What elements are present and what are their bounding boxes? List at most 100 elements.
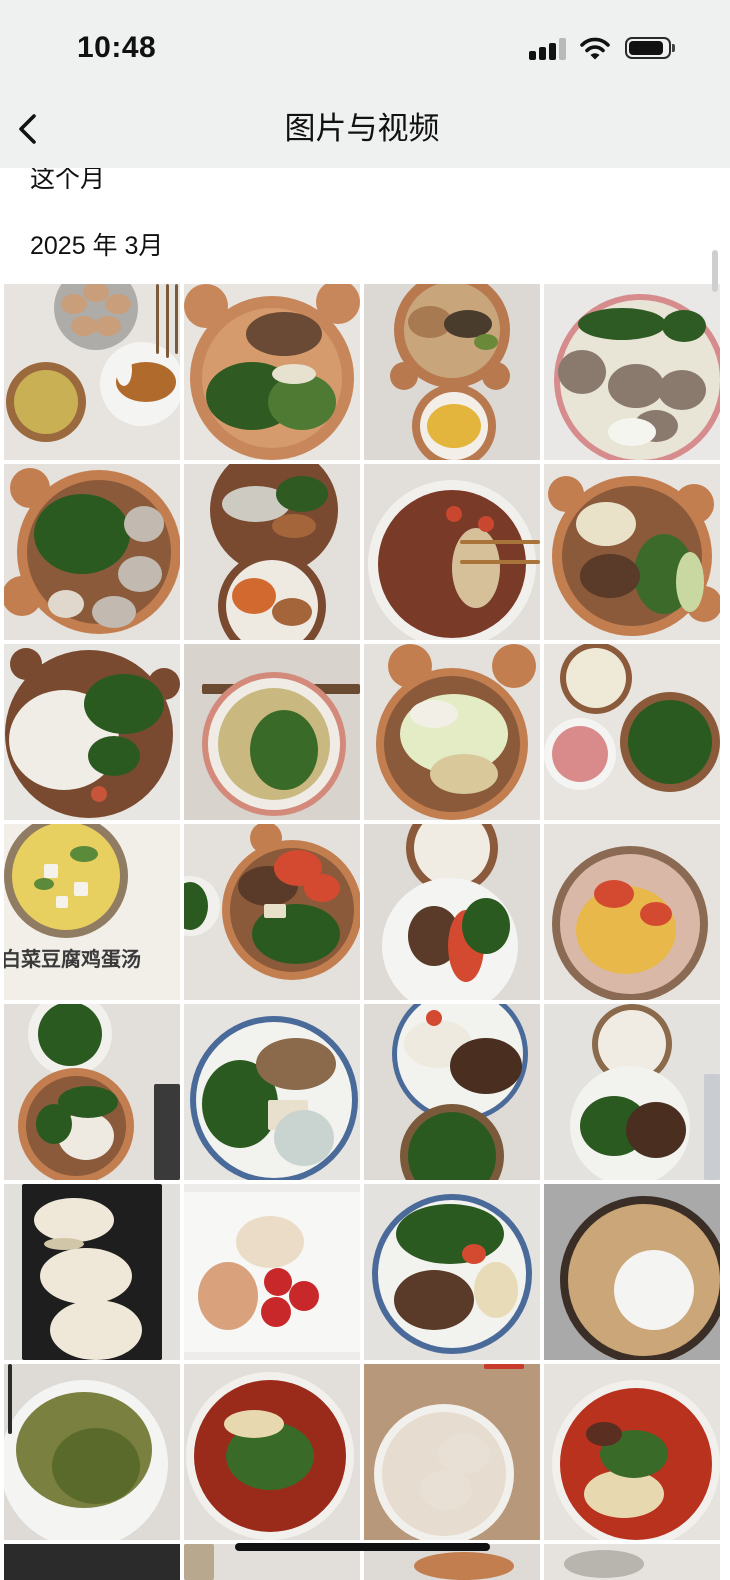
home-indicator[interactable] (235, 1543, 490, 1551)
photo-thumbnail[interactable]: 白菜豆腐鸡蛋汤 (4, 824, 180, 1000)
photo-image (202, 672, 360, 816)
photo-thumbnail[interactable] (184, 1364, 360, 1540)
photo-library[interactable]: 这个月 2025 年 3月 白菜豆腐鸡蛋汤 (0, 0, 730, 1580)
photo-thumbnail[interactable] (364, 464, 540, 640)
photo-detail (118, 556, 162, 592)
photo-detail (462, 898, 510, 954)
photo-image (186, 1372, 354, 1540)
photo-thumbnail[interactable] (544, 284, 720, 460)
photo-detail (264, 1268, 292, 1296)
photo-detail (74, 882, 88, 896)
photo-detail (586, 1422, 622, 1446)
photo-image (374, 1364, 524, 1540)
photo-detail (264, 904, 286, 918)
photo-thumbnail[interactable] (544, 644, 720, 820)
photo-thumbnail[interactable] (544, 464, 720, 640)
photo-detail (580, 554, 640, 598)
photo-detail (44, 864, 58, 878)
photo-image (390, 284, 510, 460)
battery-cap (672, 44, 675, 52)
photo-detail (430, 754, 498, 794)
photo-detail (394, 1270, 474, 1330)
photo-thumbnail[interactable] (544, 824, 720, 1000)
photo-image (184, 284, 360, 460)
photo-detail (246, 312, 322, 356)
photo-detail (446, 506, 462, 522)
photo-image (564, 1550, 644, 1578)
photo-detail (626, 1102, 686, 1158)
photo-detail (48, 590, 84, 618)
photo-detail (44, 1238, 84, 1250)
photo-thumbnail[interactable] (4, 1544, 180, 1580)
photo-image (382, 824, 518, 1000)
photo-detail (50, 1300, 142, 1360)
photo-thumbnail[interactable] (4, 464, 180, 640)
photo-detail (552, 726, 608, 782)
photo-thumbnail[interactable] (184, 644, 360, 820)
photo-detail (84, 674, 164, 734)
photo-detail (272, 364, 316, 384)
signal-icon (529, 36, 567, 60)
photo-detail (390, 362, 418, 390)
photo-thumbnail[interactable] (364, 1184, 540, 1360)
photo-image (552, 846, 708, 1000)
photo-detail (175, 284, 178, 354)
photo-image (392, 1004, 528, 1180)
photo-detail (474, 1262, 518, 1318)
photo-image (5, 648, 180, 818)
photo-detail (414, 1552, 514, 1580)
photo-detail (124, 506, 164, 542)
photo-detail (261, 1297, 291, 1327)
photo-detail (88, 736, 140, 776)
photo-thumbnail[interactable] (544, 1544, 720, 1580)
photo-image (4, 1364, 168, 1540)
photo-image (560, 1196, 720, 1360)
photo-thumbnail[interactable] (364, 284, 540, 460)
photo-detail (116, 354, 132, 386)
photo-detail (704, 1074, 720, 1180)
photo-image (554, 294, 720, 460)
photo-detail (272, 514, 316, 538)
photo-thumbnail[interactable] (4, 1184, 180, 1360)
photo-image (184, 1192, 360, 1352)
photo-thumbnail[interactable] (544, 1364, 720, 1540)
photo-thumbnail[interactable] (544, 1184, 720, 1360)
photo-detail (438, 1434, 490, 1474)
photo-thumbnail[interactable] (364, 824, 540, 1000)
photo-detail (478, 516, 494, 532)
scrollbar[interactable] (712, 250, 718, 292)
photo-thumbnail[interactable] (4, 284, 180, 460)
photo-image (570, 1004, 720, 1180)
photo-detail (492, 644, 536, 688)
photo-detail (460, 540, 540, 544)
photo-image (548, 476, 720, 636)
photo-detail (34, 494, 130, 574)
photo-image (4, 468, 180, 634)
photo-thumbnail[interactable] (364, 644, 540, 820)
photo-detail (304, 874, 340, 902)
photo-image (22, 1184, 162, 1360)
photo-thumbnail[interactable] (184, 464, 360, 640)
photo-detail (198, 1262, 258, 1330)
photo-detail (662, 310, 706, 342)
photo-image (190, 1016, 358, 1180)
photo-thumbnail[interactable] (4, 1364, 180, 1540)
photo-thumbnail[interactable] (544, 1004, 720, 1180)
photo-thumbnail[interactable] (184, 1004, 360, 1180)
photo-image (372, 1194, 532, 1354)
photo-detail (56, 896, 68, 908)
photo-thumbnail[interactable] (184, 824, 360, 1000)
photo-detail (482, 362, 510, 390)
photo-detail (474, 334, 498, 350)
photo-detail (276, 476, 328, 512)
photo-thumbnail[interactable] (364, 1004, 540, 1180)
photo-detail (484, 1364, 524, 1369)
photo-thumbnail[interactable] (4, 1004, 180, 1180)
photo-thumbnail[interactable] (184, 1184, 360, 1360)
signal-bar (539, 47, 546, 60)
photo-detail (584, 1470, 664, 1518)
photo-detail (614, 1250, 694, 1330)
photo-thumbnail[interactable] (364, 1364, 540, 1540)
photo-thumbnail[interactable] (4, 644, 180, 820)
photo-thumbnail[interactable] (184, 284, 360, 460)
